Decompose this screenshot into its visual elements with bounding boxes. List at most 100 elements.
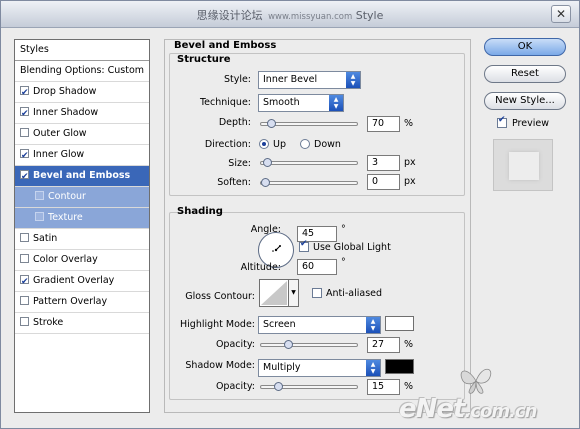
soften-slider-thumb[interactable]: [261, 178, 270, 187]
style-item[interactable]: Blending Options: Custom: [15, 61, 149, 82]
direction-up-label: Up: [273, 139, 286, 150]
style-item-checkbox[interactable]: [20, 233, 29, 242]
use-global-light-checkbox[interactable]: [299, 239, 309, 252]
shadow-color-swatch[interactable]: [385, 359, 414, 374]
shadow-mode-label: Shadow Mode:: [185, 360, 255, 371]
size-slider-thumb[interactable]: [262, 158, 272, 167]
watermark-main: eNet: [399, 394, 465, 424]
depth-label: Depth:: [218, 117, 251, 128]
style-item-label: Satin: [33, 233, 58, 244]
highlight-color-swatch[interactable]: [385, 316, 414, 331]
title-text: 思缘设计论坛: [196, 9, 263, 22]
styles-list: Styles Blending Options: Custom Drop Shad…: [14, 39, 150, 413]
depth-input[interactable]: 70: [367, 116, 400, 132]
size-input[interactable]: 3: [367, 155, 400, 171]
highlight-mode-value: Screen: [263, 319, 296, 330]
style-item-checkbox[interactable]: [20, 104, 29, 124]
style-item-checkbox[interactable]: [20, 128, 29, 137]
highlight-opacity-label: Opacity:: [215, 339, 255, 350]
style-item-label: Stroke: [33, 317, 64, 328]
style-item-label: Bevel and Emboss: [33, 170, 131, 181]
depth-slider-thumb[interactable]: [267, 119, 277, 128]
style-item[interactable]: Gradient Overlay: [15, 271, 149, 292]
style-item-checkbox[interactable]: [20, 272, 29, 292]
direction-label: Direction:: [204, 139, 251, 150]
structure-title: Structure: [177, 54, 231, 65]
highlight-opacity-slider[interactable]: [260, 340, 358, 349]
style-item-checkbox[interactable]: [20, 317, 29, 326]
style-item-checkbox[interactable]: [20, 146, 29, 166]
direction-down-radio[interactable]: [300, 139, 310, 149]
panel-title: Bevel and Emboss: [174, 40, 277, 51]
new-style-button[interactable]: New Style...: [484, 92, 566, 110]
style-item[interactable]: Outer Glow: [15, 124, 149, 145]
shadow-opacity-label: Opacity:: [215, 381, 255, 392]
soften-input[interactable]: 0: [367, 174, 400, 190]
close-icon[interactable]: ✕: [551, 5, 571, 23]
highlight-opacity-input[interactable]: 27: [367, 337, 400, 353]
dropdown-arrow-icon: ▲ ▼: [366, 317, 380, 333]
shadow-opacity-unit: %: [404, 381, 414, 392]
style-item-checkbox[interactable]: [20, 167, 29, 187]
angle-unit: °: [341, 224, 346, 235]
style-item-checkbox[interactable]: [20, 254, 29, 263]
style-item-label: Drop Shadow: [33, 86, 97, 97]
style-item[interactable]: Satin: [15, 229, 149, 250]
watermark-logo: eNet.com.cn: [399, 394, 537, 424]
dropdown-arrow-icon: ▲ ▼: [346, 72, 360, 88]
highlight-opacity-unit: %: [404, 339, 414, 350]
preview-checkbox[interactable]: [497, 115, 507, 128]
anti-aliased-checkbox[interactable]: [312, 288, 322, 298]
direction-down-label: Down: [314, 139, 341, 150]
style-item[interactable]: Drop Shadow: [15, 82, 149, 103]
shadow-opacity-input[interactable]: 15: [367, 379, 400, 395]
technique-select[interactable]: Smooth ▲ ▼: [258, 94, 344, 112]
gloss-contour-picker[interactable]: ▼: [259, 279, 299, 307]
style-item[interactable]: Texture: [15, 208, 149, 229]
gloss-contour-label: Gloss Contour:: [185, 291, 255, 302]
window-title: 思缘设计论坛 www.missyuan.com Style: [1, 7, 579, 23]
style-item-checkbox[interactable]: [35, 191, 44, 200]
style-item[interactable]: Inner Shadow: [15, 103, 149, 124]
highlight-mode-select[interactable]: Screen ▲ ▼: [258, 316, 381, 334]
styles-header[interactable]: Styles: [15, 40, 149, 61]
preview-label: Preview: [512, 118, 549, 129]
style-preview-thumbnail: [493, 139, 553, 191]
style-item[interactable]: Inner Glow: [15, 145, 149, 166]
style-select[interactable]: Inner Bevel ▲ ▼: [258, 71, 361, 89]
ok-button[interactable]: OK: [484, 38, 566, 56]
style-item[interactable]: Bevel and Emboss: [15, 166, 149, 187]
depth-slider[interactable]: [260, 119, 358, 128]
style-item-label: Pattern Overlay: [33, 296, 108, 307]
style-item-checkbox[interactable]: [20, 296, 29, 305]
shading-title: Shading: [177, 206, 223, 217]
style-item-label: Blending Options: Custom: [20, 65, 145, 76]
style-item[interactable]: Contour: [15, 187, 149, 208]
title-suffix: Style: [355, 9, 384, 22]
style-item-label: Outer Glow: [33, 128, 87, 139]
anti-aliased-label: Anti-aliased: [326, 288, 383, 299]
style-item[interactable]: Pattern Overlay: [15, 292, 149, 313]
style-item[interactable]: Stroke: [15, 313, 149, 334]
direction-up-radio[interactable]: [259, 139, 269, 149]
technique-select-value: Smooth: [263, 97, 300, 108]
style-item-checkbox[interactable]: [20, 83, 29, 103]
shadow-opacity-thumb[interactable]: [274, 382, 284, 391]
bevel-emboss-panel: Bevel and Emboss Structure Style: Inner …: [164, 39, 471, 413]
altitude-label: Altitude:: [240, 262, 281, 273]
soften-slider[interactable]: [260, 178, 358, 187]
depth-unit: %: [404, 118, 414, 129]
shadow-opacity-slider[interactable]: [260, 382, 358, 391]
reset-button[interactable]: Reset: [484, 65, 566, 83]
style-item[interactable]: Color Overlay: [15, 250, 149, 271]
style-item-checkbox[interactable]: [35, 212, 44, 221]
size-slider[interactable]: [260, 158, 358, 167]
altitude-input[interactable]: 60: [297, 259, 337, 275]
size-label: Size:: [228, 158, 251, 169]
style-select-value: Inner Bevel: [263, 74, 318, 85]
shadow-mode-select[interactable]: Multiply ▲ ▼: [258, 359, 381, 377]
soften-label: Soften:: [217, 177, 251, 188]
style-label: Style:: [223, 74, 251, 85]
watermark-small: .com.cn: [464, 401, 537, 422]
contour-dropdown-arrow-icon[interactable]: ▼: [288, 280, 298, 306]
